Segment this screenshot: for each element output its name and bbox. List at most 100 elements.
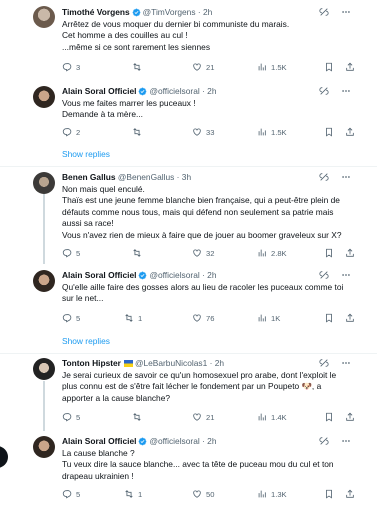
bookmark-button[interactable] [324,61,334,73]
heart-icon [192,127,202,137]
tweet-line: ...même si ce sont rarement les siennes [62,41,211,52]
bookmark-button[interactable] [324,411,334,423]
grok-icon[interactable] [319,7,329,17]
thread-line [43,194,45,264]
retweet-button[interactable]: 1 [124,488,142,500]
share-button[interactable] [345,247,355,259]
avatar[interactable] [33,270,55,292]
retweet-button[interactable]: 1 [124,312,142,324]
share-button[interactable] [345,61,355,73]
bookmark-button[interactable] [324,312,334,324]
views-button[interactable]: 2.8K [257,247,287,259]
timestamp[interactable]: 2h [215,356,224,370]
retweet-button[interactable] [132,411,142,423]
more-options-icon[interactable] [341,270,351,280]
more-options-icon[interactable] [341,86,351,96]
reply-button[interactable]: 5 [62,411,80,423]
author-handle[interactable]: @officielsoral [149,434,199,448]
show-replies-link[interactable]: Show replies [62,148,110,160]
more-options-icon[interactable] [341,358,351,368]
tweet-line: aussi sa race! [62,218,114,229]
author-name[interactable]: Benen Gallus [62,170,116,184]
author-handle[interactable]: @LeBarbuNicolas1 [135,356,207,370]
timestamp[interactable]: 3h [182,170,191,184]
like-button[interactable]: 50 [192,488,214,500]
avatar[interactable] [33,86,55,108]
show-replies-link[interactable]: Show replies [62,335,110,347]
share-button[interactable] [345,312,355,324]
share-button[interactable] [345,488,355,500]
view-count: 1.3K [271,489,287,499]
avatar[interactable] [33,6,55,28]
like-count: 33 [206,127,215,137]
tweet-text: Arrêtez de vous moquer du dernier bi com… [62,19,359,53]
more-options-icon[interactable] [341,172,351,182]
views-button[interactable]: 1.5K [257,61,287,73]
retweet-icon [132,412,142,422]
more-options-icon[interactable] [341,436,351,446]
retweet-button[interactable] [132,126,142,138]
separator: · [202,86,205,96]
author-handle[interactable]: @TimVorgens [143,5,196,19]
avatar[interactable] [33,172,55,194]
views-button[interactable]: 1.5K [257,126,287,138]
grok-icon[interactable] [319,172,329,182]
like-button[interactable]: 32 [192,247,214,259]
views-button[interactable]: 1.4K [257,411,287,423]
author-name[interactable]: Timothé Vorgens [62,5,130,19]
like-button[interactable]: 21 [192,61,214,73]
author-handle[interactable]: @officielsoral [149,84,199,98]
floating-avatar[interactable] [0,446,8,468]
like-count: 50 [206,489,215,499]
grok-icon[interactable] [319,86,329,96]
timestamp[interactable]: 2h [203,5,212,19]
reply-button[interactable]: 3 [62,61,80,73]
author-handle[interactable]: @officielsoral [149,268,199,282]
timestamp[interactable]: 2h [207,434,216,448]
like-button[interactable]: 33 [192,126,214,138]
author-name[interactable]: Alain Soral Officiel [62,434,136,448]
views-icon [257,489,267,499]
share-button[interactable] [345,126,355,138]
like-button[interactable]: 21 [192,411,214,423]
retweet-button[interactable] [132,61,142,73]
views-button[interactable]: 1K [257,312,280,324]
tweet-actions: 5 21 1.4K [62,411,359,423]
timestamp[interactable]: 2h [207,268,216,282]
retweet-icon [132,62,142,72]
reply-button[interactable]: 5 [62,247,80,259]
avatar[interactable] [33,436,55,458]
author-handle[interactable]: @BenenGallus [118,170,174,184]
timestamp[interactable]: 2h [207,84,216,98]
grok-icon[interactable] [319,436,329,446]
more-options-icon[interactable] [341,7,351,17]
reply-count: 2 [76,127,81,137]
separator: · [202,270,205,280]
bookmark-button[interactable] [324,247,334,259]
grok-icon[interactable] [319,358,329,368]
views-icon [257,313,267,323]
reply-icon [62,489,72,499]
tweet-line: Tu veux dire la sauce blanche... avec ta… [62,459,334,470]
retweet-button[interactable] [132,247,142,259]
share-button[interactable] [345,411,355,423]
grok-icon[interactable] [319,270,329,280]
separator: · [202,436,205,446]
author-name[interactable]: Alain Soral Officiel [62,268,136,282]
bookmark-icon [324,62,334,72]
tweet-line: sur le net... [62,293,104,304]
tweet-actions: 3 21 1.5K [62,61,359,73]
reply-count: 5 [76,248,81,258]
reply-button[interactable]: 5 [62,488,80,500]
bookmark-button[interactable] [324,126,334,138]
bookmark-button[interactable] [324,488,334,500]
tweet-line: Qu'elle aille faire des gosses alors au … [62,282,344,292]
like-button[interactable]: 76 [192,312,214,324]
heart-icon [192,248,202,258]
views-button[interactable]: 1.3K [257,488,287,500]
avatar[interactable] [33,358,55,380]
reply-button[interactable]: 5 [62,312,80,324]
author-name[interactable]: Alain Soral Officiel [62,84,136,98]
reply-button[interactable]: 2 [62,126,80,138]
author-name[interactable]: Tonton Hipster [62,356,121,370]
